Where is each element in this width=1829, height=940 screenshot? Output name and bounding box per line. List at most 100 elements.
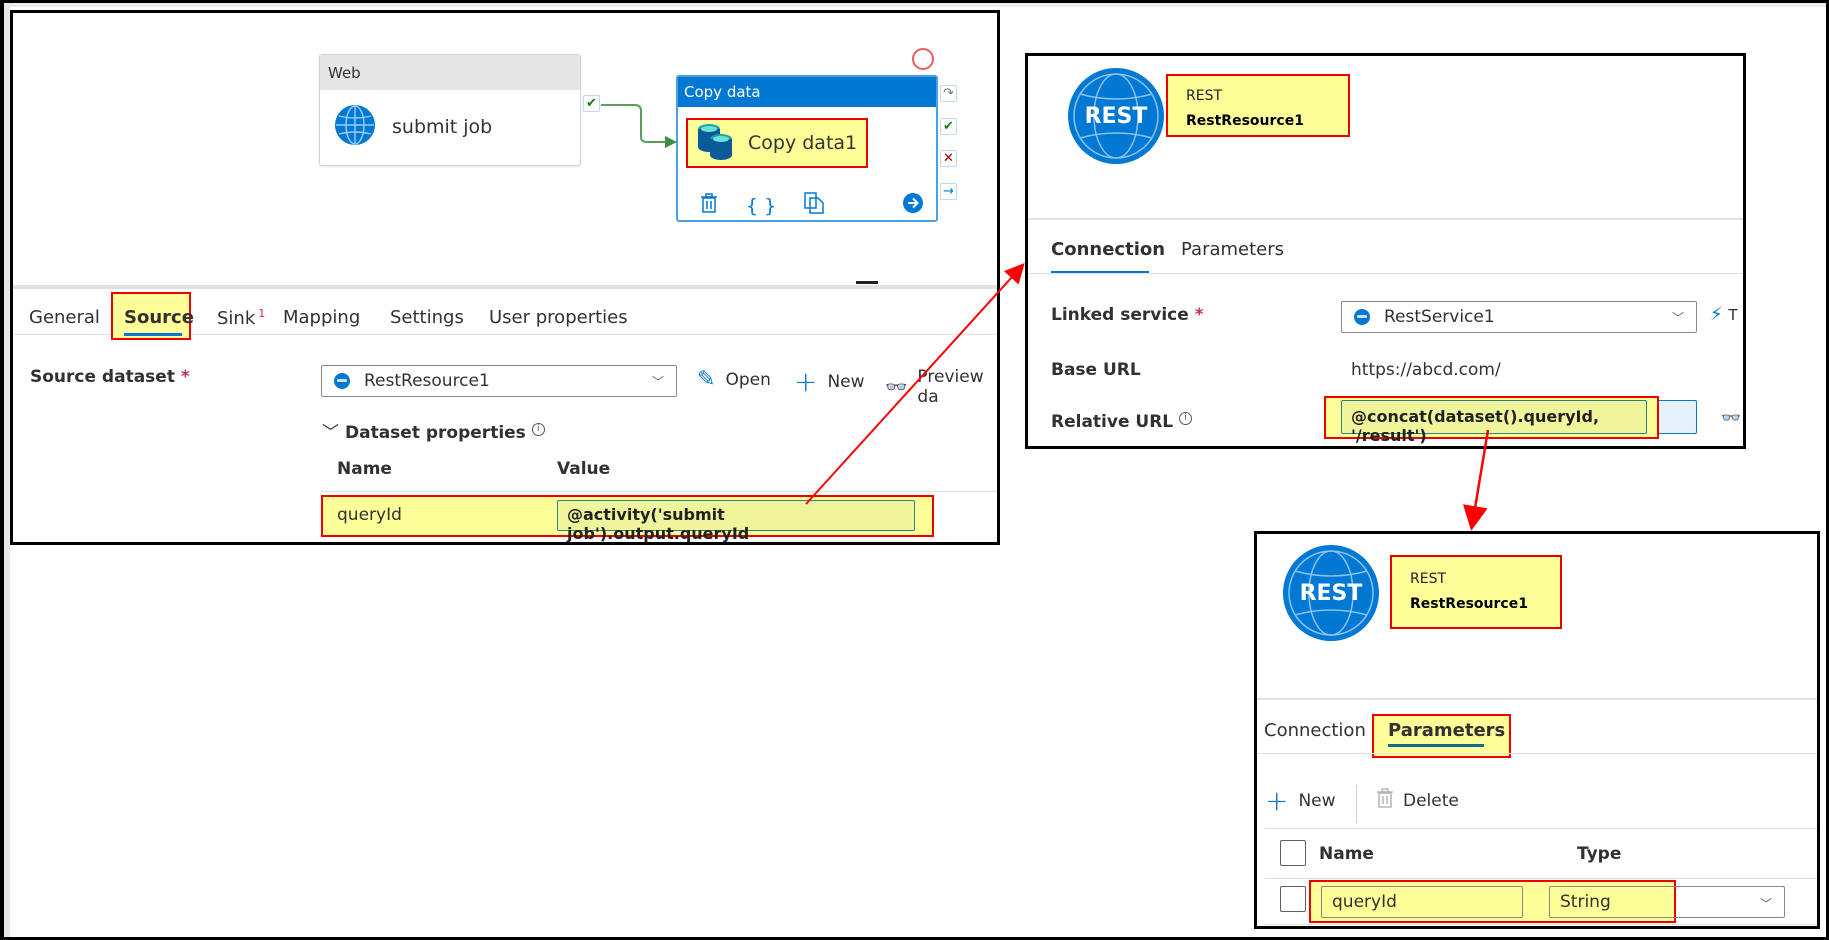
dataset-name: RestResource1 [1410,596,1528,612]
preview-data-button[interactable]: 👓 Preview da [885,367,997,407]
pipeline-editor-panel: Web submit job ✔ Copy data Copy data1 {… [10,10,1000,545]
parameter-type-value: String [1560,892,1611,912]
globe-icon [334,104,376,150]
glasses-icon: 👓 [885,376,908,398]
activity-tabs: General Source Sink 1 Mapping Settings Us… [13,285,997,340]
table-divider [321,491,997,492]
tab-general[interactable]: General [29,307,100,328]
success-link [601,104,677,148]
tabs-divider [1257,753,1817,754]
dataset-properties-label: Dataset properties [345,423,526,443]
property-value-input[interactable]: @activity('submit job').output.queryId [557,500,915,542]
panel-resize-handle[interactable] [856,281,878,284]
delete-icon[interactable] [700,193,718,218]
skip-icon[interactable]: ↷ [940,85,957,102]
chevron-down-icon: ﹀ [1671,310,1684,325]
column-name-header: Name [337,459,392,479]
header-divider [1257,698,1817,700]
clone-icon[interactable] [804,192,824,219]
plus-icon: + [1265,784,1289,817]
header-row-divider [1265,878,1817,879]
plus-icon: + [794,365,818,398]
relative-url-input[interactable]: @concat(dataset().queryId, '/result') [1341,400,1647,445]
rest-dataset-connection-panel: REST REST RestResource1 Connection Param… [1025,53,1746,449]
completion-icon[interactable]: → [940,183,957,200]
toolbar-divider [1356,785,1357,823]
rest-logo-icon: REST [1068,68,1164,164]
open-label: Open [725,369,771,390]
source-dataset-label: Source dataset * [30,367,190,387]
dataset-type: REST [1410,571,1447,587]
chevron-down-icon: ﹀ [651,374,664,389]
tab-parameters[interactable]: Parameters [1388,720,1505,741]
tab-source[interactable]: Source [124,307,194,328]
copy-data-activity[interactable]: Copy data Copy data1 { } [676,75,938,222]
web-activity[interactable]: Web submit job [319,54,581,166]
delete-parameter-button[interactable]: Delete [1377,788,1459,813]
rest-logo-icon: REST [1283,545,1379,641]
source-dataset-label-text: Source dataset [30,367,175,387]
new-dataset-button[interactable]: + New [794,365,865,398]
rest-logo-text: REST [1084,103,1148,129]
dataset-header-highlight: REST RestResource1 [1166,74,1350,137]
info-icon: i [531,423,545,437]
new-parameter-button[interactable]: + New [1265,784,1336,817]
column-value-header: Value [557,459,611,479]
parameter-type-dropdown[interactable]: String ﹀ [1549,886,1785,918]
row-checkbox[interactable] [1280,886,1306,912]
rest-dataset-parameters-panel: REST REST RestResource1 Connection Param… [1254,531,1820,929]
tab-parameters[interactable]: Parameters [1181,239,1284,260]
tab-parameters-underline [1388,744,1484,747]
database-icon [696,121,734,165]
tab-source-underline [124,333,182,336]
web-activity-name: submit job [392,116,493,138]
tab-mapping[interactable]: Mapping [283,307,360,328]
rest-service-icon [1354,309,1370,325]
source-dataset-value: RestResource1 [364,371,490,391]
new-label: New [827,371,865,392]
column-type-header: Type [1577,844,1622,864]
property-name: queryId [337,505,402,525]
tab-connection[interactable]: Connection [1264,720,1366,741]
code-icon[interactable]: { } [746,195,776,217]
sink-error-badge: 1 [258,307,266,320]
delete-label: Delete [1403,790,1459,811]
relative-url-label: Relative URL i [1051,412,1193,432]
dataset-properties-header[interactable]: ﹀ Dataset properties i [322,418,545,443]
delete-icon [1377,788,1393,813]
success-icon[interactable]: ✔ [940,118,957,135]
open-dataset-button[interactable]: ✎ Open [697,367,771,392]
tab-user-properties[interactable]: User properties [489,307,628,328]
linked-service-label-text: Linked service [1051,305,1189,325]
tab-sink-label: Sink [217,308,256,329]
row-divider [1265,924,1817,925]
pencil-icon: ✎ [697,367,716,392]
linked-service-label: Linked service * [1051,305,1204,325]
preview-label: Preview da [917,367,984,407]
dataset-header-highlight: REST RestResource1 [1390,555,1562,629]
parameter-name-input[interactable]: queryId [1321,886,1523,918]
chevron-down-icon: ﹀ [322,423,339,443]
tab-connection[interactable]: Connection [1051,239,1165,260]
linked-service-dropdown[interactable]: RestService1 ﹀ [1341,301,1697,333]
toolbar-bottom-divider [1265,828,1817,829]
go-icon[interactable] [902,192,924,219]
dataset-name: RestResource1 [1186,113,1304,129]
required-mark: * [1194,305,1204,325]
failure-icon[interactable]: ✕ [940,150,957,167]
linked-service-value: RestService1 [1384,307,1495,327]
source-dataset-dropdown[interactable]: RestResource1 ﹀ [321,365,677,397]
glasses-icon[interactable]: 👓 [1721,408,1741,427]
tab-sink[interactable]: Sink 1 [217,307,265,329]
annotation-circle [912,48,934,70]
tab-settings[interactable]: Settings [390,307,464,328]
plug-icon: ⚡ [1710,304,1723,325]
test-connection-button[interactable]: ⚡ T [1710,304,1738,325]
chevron-down-icon: ﹀ [1759,897,1772,911]
info-icon: i [1179,412,1193,426]
header-divider [1028,218,1743,220]
rest-logo-text: REST [1299,580,1363,606]
select-all-checkbox[interactable] [1280,840,1306,866]
copy-activity-name-highlight: Copy data1 [686,118,868,168]
relative-url-label-text: Relative URL [1051,412,1174,432]
